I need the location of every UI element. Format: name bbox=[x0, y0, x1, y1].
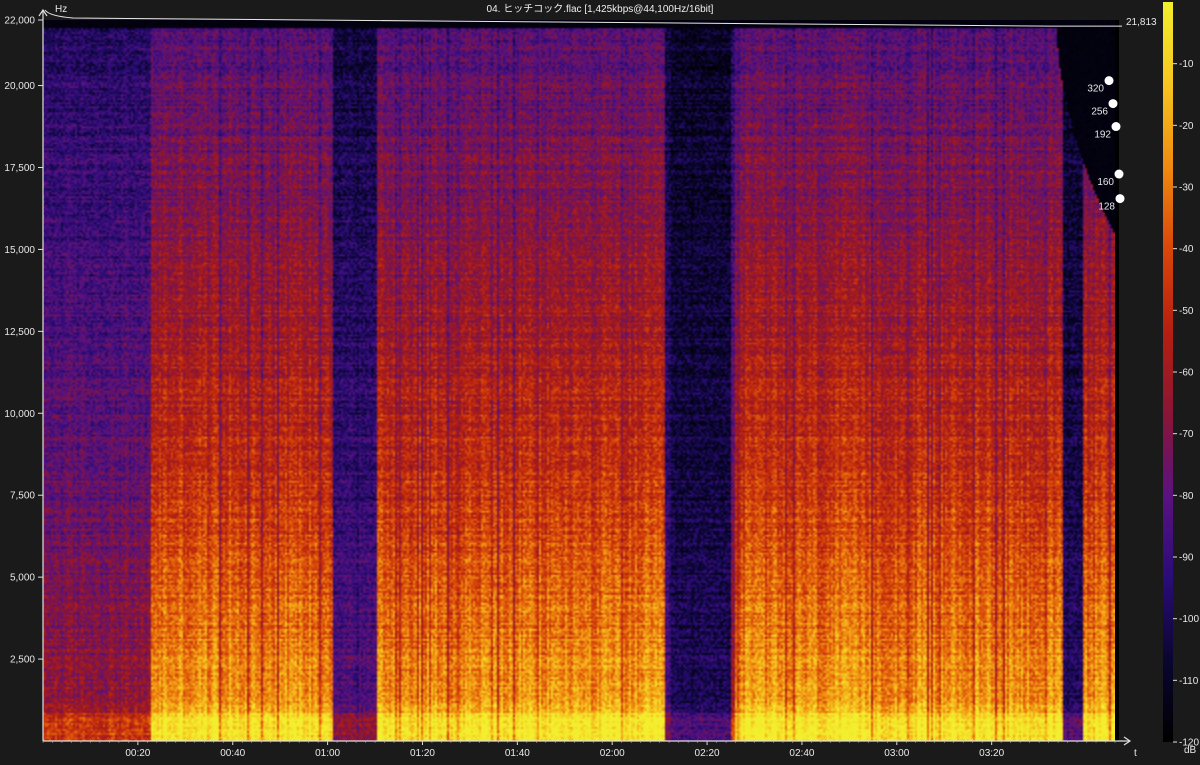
colorbar-tick-label: -30 bbox=[1179, 183, 1194, 194]
bitrate-marker-dot bbox=[1108, 99, 1118, 109]
x-tick-label: 02:40 bbox=[789, 748, 814, 759]
spectrogram-image bbox=[43, 20, 1115, 741]
x-tick-label: 01:20 bbox=[410, 748, 435, 759]
y-tick-label: 2,500 bbox=[10, 655, 35, 666]
y-tick-label: 22,000 bbox=[4, 16, 35, 27]
x-tick-label: 00:20 bbox=[125, 748, 150, 759]
y-tick-label: 12,500 bbox=[4, 327, 35, 338]
y-tick-label: 5,000 bbox=[10, 573, 35, 584]
spectrogram-chart: 04. ヒッチコック.flac [1,425kbps@44,100Hz/16bi… bbox=[0, 0, 1200, 760]
bitrate-marker-label: 160 bbox=[1097, 177, 1114, 188]
x-tick-label: 03:00 bbox=[884, 748, 909, 759]
bitrate-marker-label: 320 bbox=[1087, 84, 1104, 95]
colorbar-tick-label: -50 bbox=[1179, 306, 1194, 317]
bitrate-marker-label: 256 bbox=[1091, 107, 1108, 118]
x-tick-label: 01:40 bbox=[505, 748, 530, 759]
bitrate-marker-dot bbox=[1115, 194, 1125, 204]
colorbar-tick-label: -20 bbox=[1179, 121, 1194, 132]
x-tick-label: 00:40 bbox=[220, 748, 245, 759]
y-tick-label: 20,000 bbox=[4, 81, 35, 92]
bitrate-marker-label: 128 bbox=[1098, 202, 1115, 213]
colorbar-tick-label: -10 bbox=[1179, 59, 1194, 70]
x-tick-label: 02:00 bbox=[600, 748, 625, 759]
x-axis-label: t bbox=[1134, 748, 1137, 759]
colorbar-tick-label: -80 bbox=[1179, 491, 1194, 502]
bitrate-marker-dot bbox=[1111, 122, 1121, 132]
y-axis-label: Hz bbox=[55, 4, 67, 15]
cutoff-frequency-label: 21,813 bbox=[1126, 17, 1157, 28]
file-title: 04. ヒッチコック.flac [1,425kbps@44,100Hz/16bi… bbox=[487, 3, 714, 15]
colorbar-tick-label: -90 bbox=[1179, 553, 1194, 564]
y-tick-label: 7,500 bbox=[10, 491, 35, 502]
colorbar-tick-label: -40 bbox=[1179, 244, 1194, 255]
bitrate-marker-dot bbox=[1104, 76, 1114, 86]
bitrate-marker-label: 192 bbox=[1094, 130, 1111, 141]
y-tick-label: 15,000 bbox=[4, 245, 35, 256]
colorbar-gradient bbox=[1163, 2, 1173, 742]
x-tick-label: 03:20 bbox=[979, 748, 1004, 759]
colorbar-unit-label: dB bbox=[1184, 745, 1197, 756]
colorbar-tick-label: -110 bbox=[1179, 676, 1199, 687]
colorbar-tick-label: -70 bbox=[1179, 429, 1194, 440]
spectrogram-heatmap bbox=[43, 20, 1119, 741]
x-tick-label: 02:20 bbox=[695, 748, 720, 759]
x-tick-label: 01:00 bbox=[315, 748, 340, 759]
y-tick-label: 17,500 bbox=[4, 163, 35, 174]
bitrate-marker-dot bbox=[1114, 169, 1124, 179]
spectrogram-view: 04. ヒッチコック.flac [1,425kbps@44,100Hz/16bi… bbox=[0, 0, 1200, 760]
colorbar-tick-label: -60 bbox=[1179, 368, 1194, 379]
y-tick-label: 10,000 bbox=[4, 409, 35, 420]
colorbar-tick-label: -100 bbox=[1179, 614, 1199, 625]
